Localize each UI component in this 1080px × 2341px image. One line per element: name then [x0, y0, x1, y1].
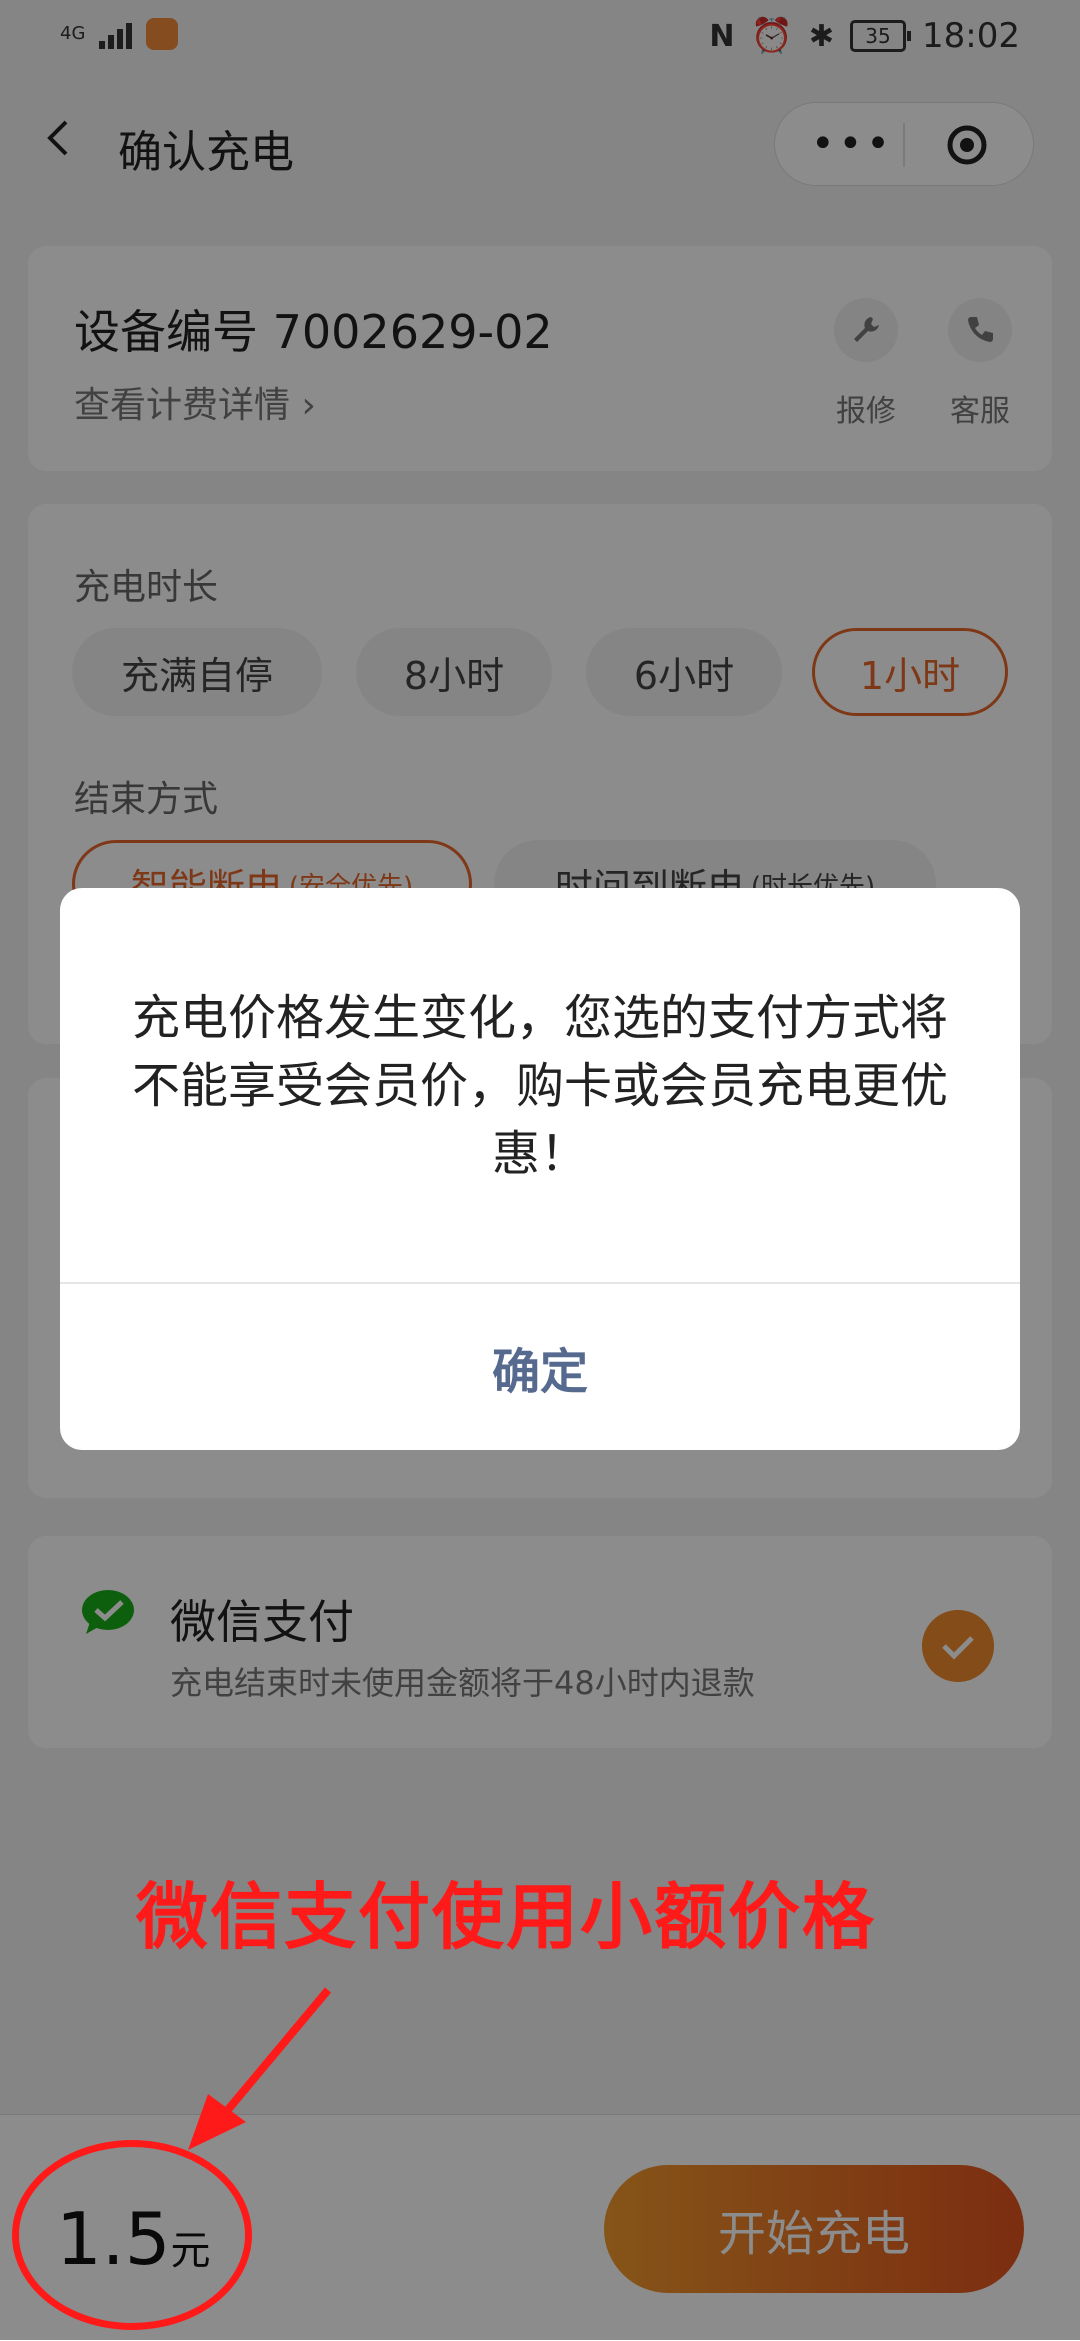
price-change-dialog: 充电价格发生变化，您选的支付方式将不能享受会员价，购卡或会员充电更优惠！ 确定	[60, 888, 1020, 1450]
dialog-message: 充电价格发生变化，您选的支付方式将不能享受会员价，购卡或会员充电更优惠！	[131, 990, 948, 1182]
annotation-arrow-icon	[188, 1987, 332, 2150]
annotation-circle	[12, 2140, 252, 2330]
annotation-text: 微信支付使用小额价格	[136, 1875, 877, 1959]
dialog-confirm-button[interactable]: 确定	[60, 1284, 1020, 1450]
